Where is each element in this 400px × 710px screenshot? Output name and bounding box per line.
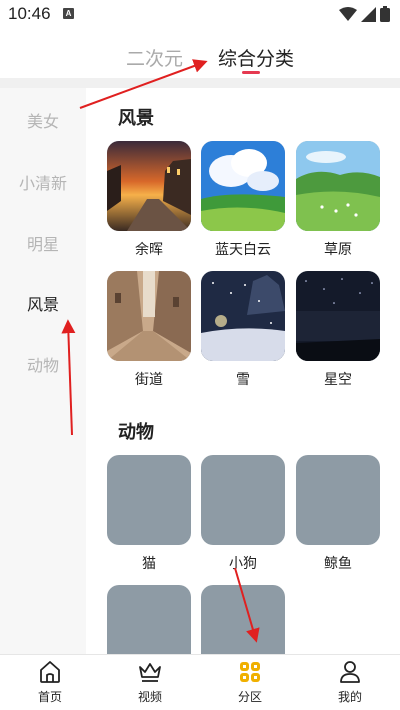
nav-mine[interactable]: 我的	[300, 659, 400, 705]
section-title-scenery: 风景	[118, 108, 154, 129]
bottom-nav: 首页 视频 分区 我的	[0, 654, 400, 710]
crown-icon	[139, 663, 161, 682]
nav-category[interactable]: 分区	[200, 659, 300, 705]
card-whale[interactable]: 鲸鱼	[296, 455, 380, 573]
status-bar: 10:46 A	[0, 0, 400, 30]
card-label: 雪	[236, 372, 250, 388]
notification-a-icon: A	[63, 8, 74, 19]
battery-icon	[380, 6, 390, 22]
snow-night-photo	[201, 271, 285, 361]
card-blue-sky[interactable]: 蓝天白云	[201, 141, 285, 259]
grid-icon	[240, 662, 260, 682]
nav-label-mine: 我的	[337, 690, 362, 704]
placeholder-image	[201, 585, 285, 654]
card-street[interactable]: 街道	[107, 271, 191, 389]
card-animal-4[interactable]	[107, 585, 191, 654]
category-sidebar: 美女 小清新 明星 风景 动物	[0, 88, 86, 654]
card-sunset[interactable]: 余晖	[107, 141, 191, 259]
sidebar-item-beauty[interactable]: 美女	[0, 108, 86, 132]
old-street-photo	[107, 271, 191, 361]
card-animal-5[interactable]	[201, 585, 285, 654]
card-label: 猫	[142, 556, 156, 572]
grassland-photo	[296, 141, 380, 231]
sidebar-item-scenery[interactable]: 风景	[0, 291, 86, 315]
placeholder-image	[201, 455, 285, 545]
category-content: 风景 余晖 蓝天白云 草原 街道 雪 星空 动物 猫 小狗 鲸鱼	[86, 88, 400, 654]
tab-anime[interactable]: 二次元	[126, 44, 183, 71]
starry-sky-photo	[296, 271, 380, 361]
sunset-street-photo	[107, 141, 191, 231]
nav-video[interactable]: 视频	[100, 659, 200, 705]
status-time: 10:46	[8, 4, 51, 23]
placeholder-image	[107, 585, 191, 654]
card-puppy[interactable]: 小狗	[201, 455, 285, 573]
card-starry-sky[interactable]: 星空	[296, 271, 380, 389]
blue-sky-clouds-photo	[201, 141, 285, 231]
top-tabs: 二次元 综合分类	[0, 30, 400, 78]
tab-comprehensive-category[interactable]: 综合分类	[218, 44, 294, 71]
active-tab-indicator	[242, 71, 260, 74]
top-divider	[0, 78, 400, 88]
nav-label-home: 首页	[37, 690, 62, 704]
card-label: 余晖	[135, 242, 163, 258]
home-icon	[40, 661, 60, 683]
nav-label-category: 分区	[237, 690, 262, 704]
nav-home[interactable]: 首页	[0, 659, 100, 705]
signal-icon	[361, 6, 376, 22]
card-label: 草原	[324, 242, 352, 258]
placeholder-image	[296, 455, 380, 545]
sidebar-item-fresh[interactable]: 小清新	[0, 170, 86, 194]
card-snow[interactable]: 雪	[201, 271, 285, 389]
card-label: 街道	[135, 372, 163, 388]
nav-label-video: 视频	[137, 690, 162, 704]
card-label: 小狗	[229, 556, 257, 572]
card-label: 鲸鱼	[324, 556, 352, 572]
card-label: 星空	[324, 372, 352, 388]
wifi-icon	[339, 7, 357, 21]
status-icons	[339, 6, 390, 22]
card-cat[interactable]: 猫	[107, 455, 191, 573]
person-icon	[340, 661, 360, 683]
card-grassland[interactable]: 草原	[296, 141, 380, 259]
section-title-animals: 动物	[118, 422, 154, 443]
placeholder-image	[107, 455, 191, 545]
card-label: 蓝天白云	[215, 242, 271, 258]
sidebar-item-stars[interactable]: 明星	[0, 231, 86, 255]
sidebar-item-animals[interactable]: 动物	[0, 352, 86, 376]
